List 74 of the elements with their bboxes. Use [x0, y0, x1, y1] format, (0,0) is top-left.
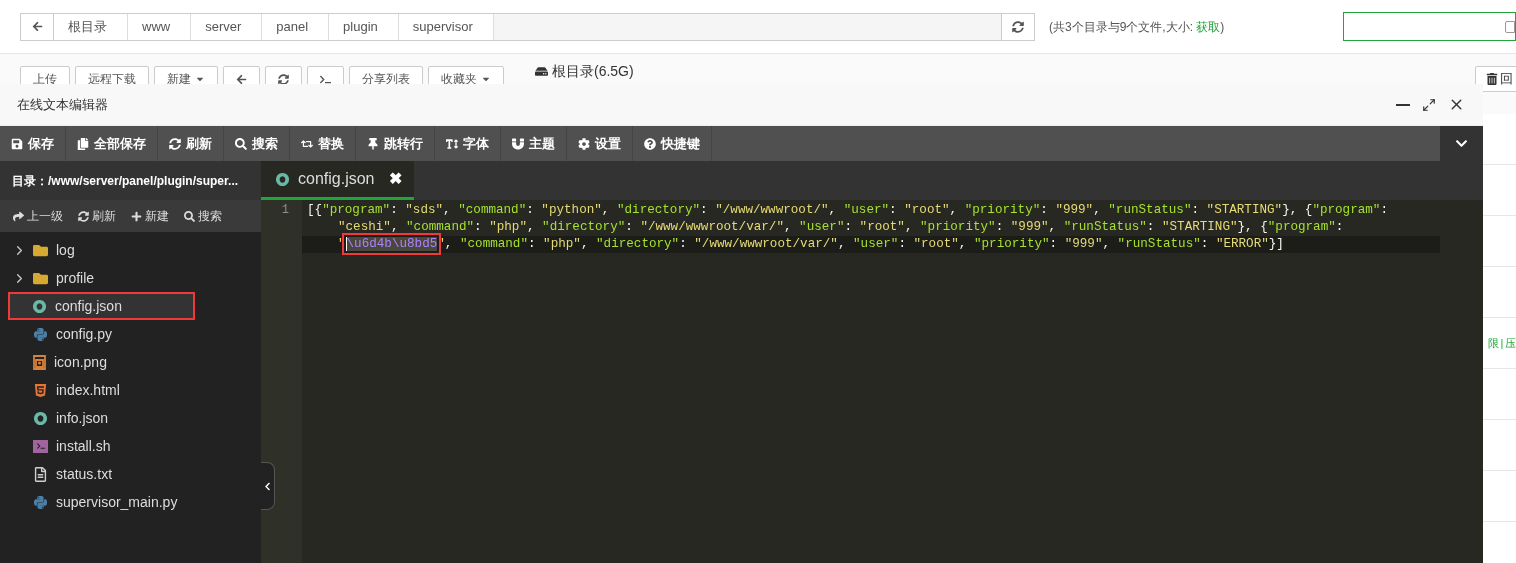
editor-tab[interactable]: config.json ✖	[261, 161, 414, 200]
refresh-icon	[78, 210, 89, 222]
sidebar-action[interactable]: 新建	[131, 207, 169, 225]
file-tree-item[interactable]: profile	[0, 264, 257, 292]
back-button[interactable]	[21, 13, 54, 40]
copy-icon	[77, 137, 89, 150]
share-arrow-icon	[13, 210, 24, 222]
line-number: 1	[281, 202, 289, 219]
maximize-icon	[1422, 97, 1436, 112]
directory-summary: (共3个目录与9个文件,大小: 获取)	[1049, 18, 1225, 36]
directory-path: 目录：/www/server/panel/plugin/super...	[12, 172, 239, 190]
terminal-icon	[33, 439, 48, 453]
python-icon	[33, 326, 48, 342]
tab-close-button[interactable]: ✖	[388, 167, 402, 191]
ring-icon	[32, 298, 47, 314]
file-tree-item[interactable]: install.sh	[0, 432, 257, 460]
file-tree-item[interactable]: config.json	[8, 292, 195, 320]
disk-label: 根目录(6.5G)	[552, 63, 634, 79]
settings-icon	[578, 137, 590, 150]
file-tree-item[interactable]: icon.png	[0, 348, 257, 376]
breadcrumb-item[interactable]: www	[128, 13, 192, 40]
file-tree-item[interactable]: info.json	[0, 404, 257, 432]
folder-icon	[33, 270, 48, 286]
minimize-icon	[1396, 103, 1410, 106]
search-icon	[235, 137, 247, 150]
html5-icon	[33, 382, 48, 398]
file-tree-item[interactable]: supervisor_main.py	[0, 488, 257, 516]
search-field[interactable]	[1343, 12, 1516, 41]
image-file-icon	[33, 354, 46, 370]
window-title: 在线文本编辑器	[17, 95, 108, 114]
back-arrow-icon	[31, 21, 43, 32]
code-line: "ceshi", "command": "php", "directory": "/www/wwwroot/var/", "user": "root", "priority": "999", "runStatus": "STARTING"}, {"program":	[337, 219, 1344, 236]
magnet-icon	[512, 137, 524, 150]
back-arrow-icon	[236, 73, 247, 85]
file-tree-item[interactable]: log	[0, 236, 257, 264]
checkbox[interactable]	[1505, 20, 1515, 33]
ring-icon	[33, 410, 48, 426]
text-height-icon	[446, 137, 458, 150]
sidebar-action[interactable]: 上一级	[13, 207, 63, 225]
chevron-down-icon	[1455, 137, 1468, 150]
maximize-button[interactable]	[1422, 97, 1436, 112]
plus-icon	[131, 210, 142, 222]
help-icon	[644, 137, 656, 150]
refresh-icon	[169, 137, 181, 150]
search-icon	[184, 210, 195, 222]
minimize-button[interactable]	[1396, 103, 1410, 106]
collapse-sidebar-handle[interactable]	[261, 462, 275, 510]
breadcrumb-item[interactable]: 根目录	[54, 13, 128, 40]
ring-icon	[275, 171, 290, 187]
breadcrumb-item[interactable]: supervisor	[398, 13, 494, 40]
python-icon	[33, 494, 48, 510]
save-icon	[11, 137, 23, 150]
recycle-bin-button[interactable]: 回	[1475, 66, 1516, 92]
breadcrumb-item[interactable]: panel	[262, 13, 330, 40]
collapse-toolbar-button[interactable]	[1440, 126, 1483, 161]
file-tree-item[interactable]: index.html	[0, 376, 257, 404]
folder-icon	[33, 242, 48, 258]
sidebar-action[interactable]: 搜索	[184, 207, 222, 225]
sidebar-action[interactable]: 刷新	[78, 207, 116, 225]
breadcrumb-item[interactable]: server	[191, 13, 263, 40]
refresh-button[interactable]	[1001, 13, 1034, 40]
code-line: [{"program": "sds", "command": "python", "directory": "/www/wwwroot/", "user": "root", "priority": "999", "runStatus": "STARTING"}, {"program":	[306, 202, 1388, 219]
document-icon	[33, 466, 48, 482]
refresh-icon	[278, 73, 289, 85]
file-tree-item[interactable]: config.py	[0, 320, 257, 348]
table-action-links: 限 | 压	[1487, 335, 1516, 351]
file-tree-item[interactable]: status.txt	[0, 460, 257, 488]
terminal-icon	[320, 73, 331, 85]
refresh-icon	[1012, 20, 1024, 33]
replace-icon	[301, 137, 313, 150]
chevron-left-icon	[263, 481, 272, 491]
trash-icon	[1486, 73, 1498, 85]
pin-icon	[367, 137, 379, 150]
breadcrumb-item[interactable]: plugin	[329, 13, 399, 40]
